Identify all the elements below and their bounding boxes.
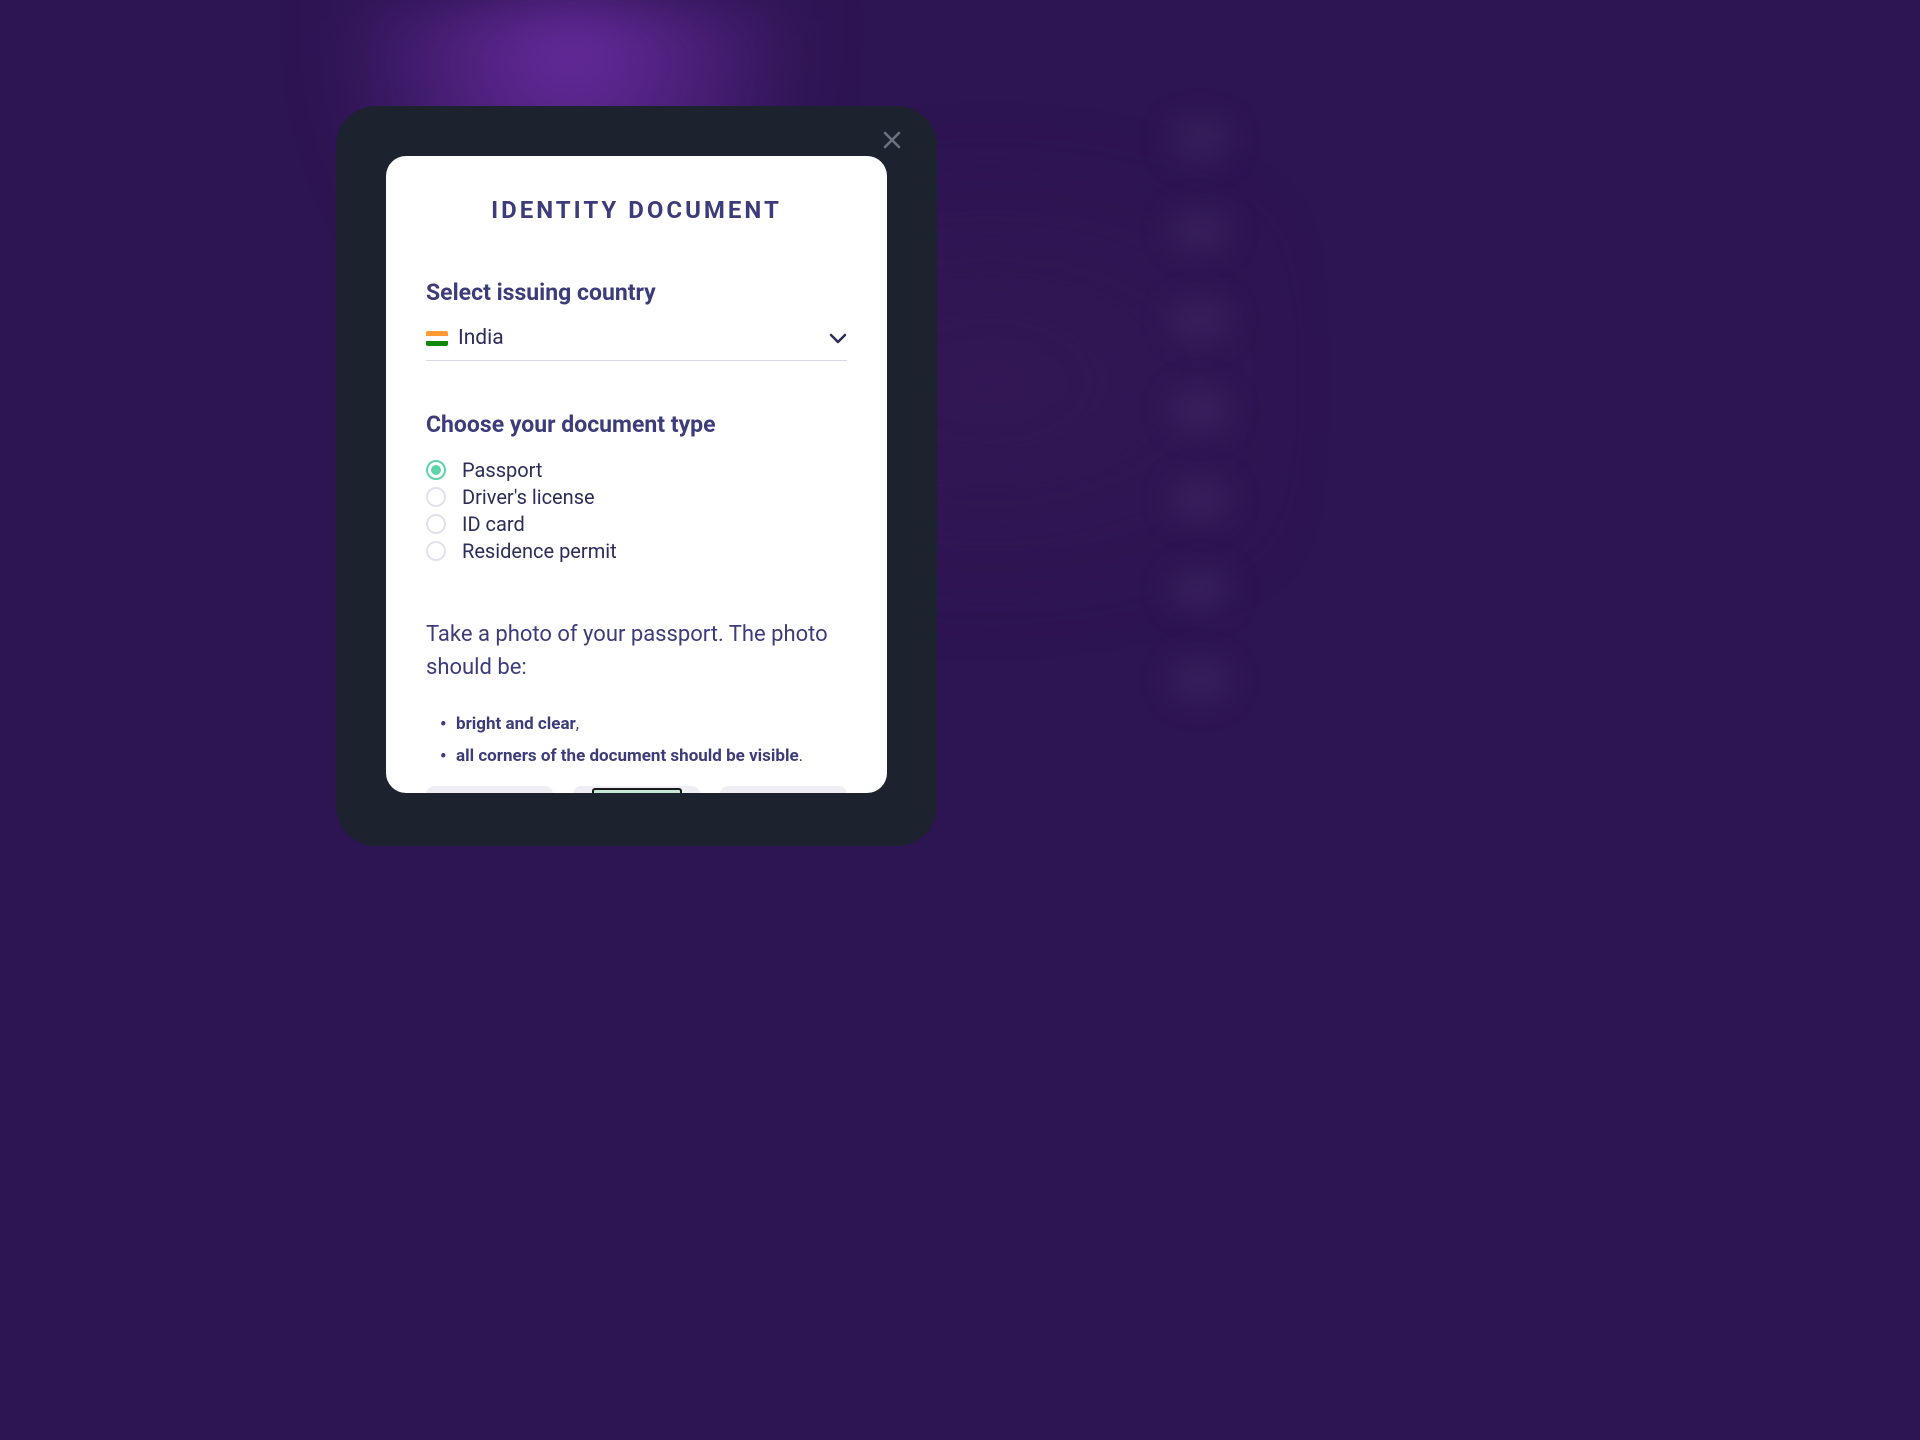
document-type-heading: Choose your document type (426, 411, 847, 438)
radio-label: Residence permit (462, 539, 617, 563)
chevron-down-icon (829, 329, 847, 348)
country-selected-display: India (426, 326, 504, 350)
country-dropdown[interactable]: India (426, 326, 847, 361)
photo-instruction-text: Take a photo of your passport. The photo… (426, 618, 847, 684)
background-blur-spots (1170, 120, 1230, 750)
radio-label: ID card (462, 512, 525, 536)
radio-indicator (426, 514, 446, 534)
modal-dialog: IDENTITY DOCUMENT Select issuing country… (336, 106, 937, 846)
list-item: bright and clear, (456, 714, 847, 734)
list-item: all corners of the document should be vi… (456, 746, 847, 766)
radio-indicator (426, 460, 446, 480)
country-section-heading: Select issuing country (426, 279, 847, 306)
radio-option-id-card[interactable]: ID card (426, 512, 847, 536)
modal-content: IDENTITY DOCUMENT Select issuing country… (386, 156, 887, 793)
document-example-icon (592, 788, 682, 793)
radio-label: Driver's license (462, 485, 595, 509)
photo-example-card (573, 786, 700, 793)
radio-label: Passport (462, 458, 542, 482)
radio-indicator (426, 541, 446, 561)
photo-example-card (426, 786, 553, 793)
radio-option-passport[interactable]: Passport (426, 458, 847, 482)
close-icon (883, 127, 901, 155)
photo-requirements-list: bright and clear, all corners of the doc… (426, 714, 847, 766)
photo-example-card (720, 786, 847, 793)
document-type-radio-group: Passport Driver's license ID card Reside… (426, 458, 847, 563)
photo-example-cards (426, 786, 847, 793)
radio-indicator (426, 487, 446, 507)
radio-option-residence-permit[interactable]: Residence permit (426, 539, 847, 563)
close-button[interactable] (877, 126, 907, 156)
flag-icon (426, 331, 448, 346)
radio-option-drivers-license[interactable]: Driver's license (426, 485, 847, 509)
modal-title: IDENTITY DOCUMENT (426, 196, 847, 224)
country-name-label: India (458, 326, 504, 350)
